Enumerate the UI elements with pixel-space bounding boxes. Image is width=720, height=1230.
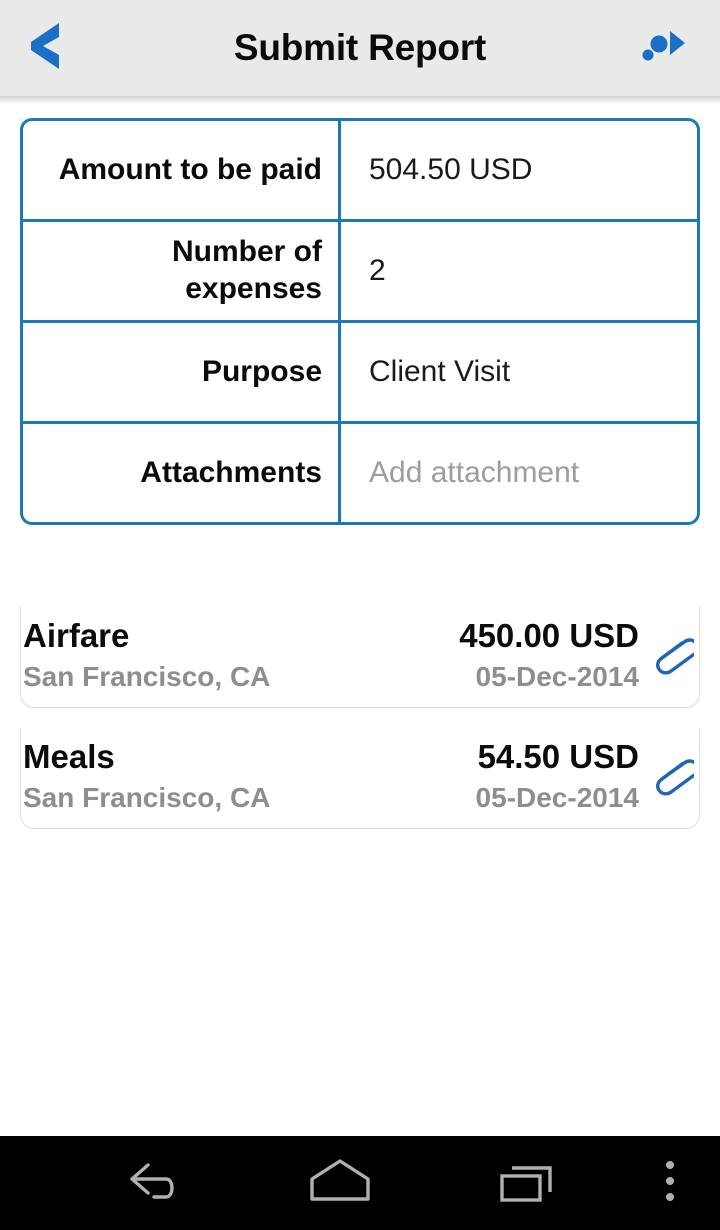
chevron-left-icon	[23, 20, 69, 77]
home-icon	[304, 1155, 376, 1212]
navbar-overflow-button[interactable]	[620, 1136, 720, 1230]
table-row: Number of expenses 2	[23, 222, 697, 323]
row-label: Amount to be paid	[23, 121, 341, 219]
row-value: Client Visit	[369, 355, 511, 388]
expense-amount: 450.00 USD	[459, 617, 639, 654]
overflow-menu-icon	[662, 1157, 678, 1210]
table-row-attachments[interactable]: Attachments Add attachment	[23, 424, 697, 522]
recents-icon	[496, 1156, 558, 1211]
expense-attachment-button[interactable]	[645, 627, 700, 687]
navbar-home-button[interactable]	[247, 1136, 434, 1230]
report-summary-table: Amount to be paid 504.50 USD Number of e…	[20, 118, 700, 525]
back-icon	[122, 1157, 184, 1210]
back-button[interactable]	[0, 0, 92, 96]
row-label: Purpose	[23, 323, 341, 421]
expense-title: Meals	[23, 738, 115, 775]
expense-date: 05-Dec-2014	[475, 661, 639, 692]
expense-amount: 54.50 USD	[477, 738, 639, 775]
navbar-spacer	[0, 1136, 60, 1230]
android-navigation-bar	[0, 1136, 720, 1230]
send-report-icon	[639, 24, 687, 73]
row-value: 504.50 USD	[369, 153, 533, 186]
list-item[interactable]: Airfare 450.00 USD San Francisco, CA 05-…	[20, 607, 700, 708]
row-label: Number of expenses	[23, 222, 341, 320]
expense-location: San Francisco, CA	[23, 661, 271, 692]
expense-list: Airfare 450.00 USD San Francisco, CA 05-…	[0, 607, 720, 829]
app-header: Submit Report	[0, 0, 720, 104]
row-value: 2	[369, 254, 386, 287]
table-row: Purpose Client Visit	[23, 323, 697, 424]
add-attachment-field[interactable]: Add attachment	[341, 424, 697, 522]
expense-attachment-button[interactable]	[645, 748, 700, 808]
navbar-recents-button[interactable]	[433, 1136, 620, 1230]
page-title: Submit Report	[233, 27, 487, 68]
list-item[interactable]: Meals 54.50 USD San Francisco, CA 05-Dec…	[20, 728, 700, 829]
paperclip-icon	[648, 749, 700, 808]
table-row: Amount to be paid 504.50 USD	[23, 121, 697, 222]
paperclip-icon	[648, 628, 700, 687]
expense-secondary-line: San Francisco, CA 05-Dec-2014	[21, 655, 699, 693]
expense-primary-line: Airfare 450.00 USD	[21, 617, 699, 655]
expense-date: 05-Dec-2014	[475, 782, 639, 813]
expense-secondary-line: San Francisco, CA 05-Dec-2014	[21, 776, 699, 814]
row-label: Attachments	[23, 424, 341, 522]
expense-location: San Francisco, CA	[23, 782, 271, 813]
expense-primary-line: Meals 54.50 USD	[21, 738, 699, 776]
submit-report-button[interactable]	[618, 0, 708, 96]
navbar-back-button[interactable]	[60, 1136, 247, 1230]
expense-title: Airfare	[23, 617, 130, 654]
